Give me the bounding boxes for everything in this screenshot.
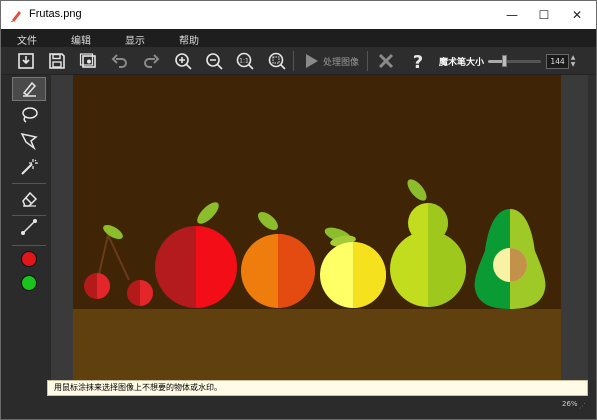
tool-sidebar	[9, 75, 51, 380]
svg-text:?: ?	[413, 52, 423, 71]
secondary-color-swatch[interactable]	[12, 271, 46, 295]
eraser-icon	[22, 191, 38, 207]
brush-size-label: 魔术笔大小	[439, 58, 485, 68]
help-icon: ?	[413, 52, 423, 71]
minimize-button[interactable]: —	[496, 1, 528, 29]
save-button[interactable]	[46, 50, 68, 72]
save-as-button[interactable]	[77, 50, 99, 72]
marker-tool-button[interactable]	[12, 77, 46, 101]
menu-bar: 文件 编辑 显示 帮助	[1, 29, 596, 47]
zoom-out-icon	[206, 53, 223, 70]
play-icon	[306, 54, 318, 68]
lasso-tool-button[interactable]	[12, 103, 46, 127]
lasso-icon	[22, 107, 38, 123]
zoom-fit-button[interactable]	[266, 50, 288, 72]
sidebar-separator	[12, 183, 46, 184]
status-bar: 26% ⋰	[1, 396, 596, 419]
zoom-fit-icon	[268, 52, 286, 70]
redo-icon	[144, 54, 160, 68]
eraser-tool-button[interactable]	[12, 187, 46, 211]
toolbar: 1:1 处理图像 ? 魔术笔大小 144 ▲ ▼	[1, 47, 596, 75]
svg-text:1:1: 1:1	[239, 58, 249, 65]
brush-size-slider[interactable]	[488, 55, 541, 67]
help-button[interactable]: ?	[407, 50, 429, 72]
image-canvas[interactable]	[51, 75, 588, 380]
undo-button[interactable]	[109, 50, 131, 72]
cancel-icon	[378, 53, 394, 69]
magic-wand-tool-button[interactable]	[12, 155, 46, 179]
menu-help[interactable]: 帮助	[179, 32, 199, 47]
undo-icon	[111, 54, 127, 68]
copy-window-icon	[79, 53, 96, 68]
zoom-1-1-icon: 1:1	[236, 52, 254, 70]
zoom-level: 26%	[562, 400, 578, 408]
toolbar-separator	[367, 51, 368, 71]
redo-button[interactable]	[140, 50, 162, 72]
brush-size-input[interactable]: 144	[546, 54, 569, 69]
line-icon	[21, 219, 37, 235]
close-button[interactable]: ✕	[561, 1, 593, 29]
marker-icon	[22, 81, 37, 97]
window-title: Frutas.png	[29, 8, 82, 20]
fruit-image	[73, 75, 561, 380]
polygon-lasso-icon	[20, 132, 38, 151]
polygon-lasso-tool-button[interactable]	[12, 129, 46, 153]
line-tool-button[interactable]	[12, 215, 46, 239]
primary-color-swatch[interactable]	[12, 247, 46, 271]
save-icon	[49, 53, 65, 69]
cancel-button[interactable]	[375, 50, 397, 72]
vertical-scrollbar[interactable]	[588, 75, 596, 380]
open-file-button[interactable]	[15, 50, 37, 72]
brush-size-slider-thumb[interactable]	[501, 55, 507, 67]
resize-grip-icon[interactable]: ⋰	[579, 402, 586, 410]
title-bar: Frutas.png — ☐ ✕	[1, 1, 596, 29]
zoom-in-icon	[175, 53, 192, 70]
zoom-out-button[interactable]	[203, 50, 225, 72]
process-image-label[interactable]: 处理图像	[323, 55, 359, 68]
red-color-dot	[21, 251, 37, 267]
zoom-actual-size-button[interactable]: 1:1	[234, 50, 256, 72]
hint-message: 用鼠标涂抹来选择图像上不想要的物体或水印。	[47, 380, 588, 396]
process-image-button[interactable]	[300, 50, 322, 72]
save-to-disk-icon	[18, 53, 34, 69]
app-window: Frutas.png — ☐ ✕ 文件 编辑 显示 帮助 1:1 处理图像 ? …	[0, 0, 597, 420]
sidebar-separator	[12, 245, 46, 246]
app-logo-icon	[9, 8, 23, 22]
zoom-in-button[interactable]	[172, 50, 194, 72]
maximize-button[interactable]: ☐	[528, 1, 560, 29]
brush-size-stepper[interactable]: ▲ ▼	[569, 54, 577, 69]
menu-edit[interactable]: 编辑	[71, 32, 91, 47]
menu-file[interactable]: 文件	[17, 32, 37, 47]
magic-wand-icon	[21, 159, 38, 175]
toolbar-separator	[293, 51, 294, 71]
green-color-dot	[21, 275, 37, 291]
menu-view[interactable]: 显示	[125, 32, 145, 47]
